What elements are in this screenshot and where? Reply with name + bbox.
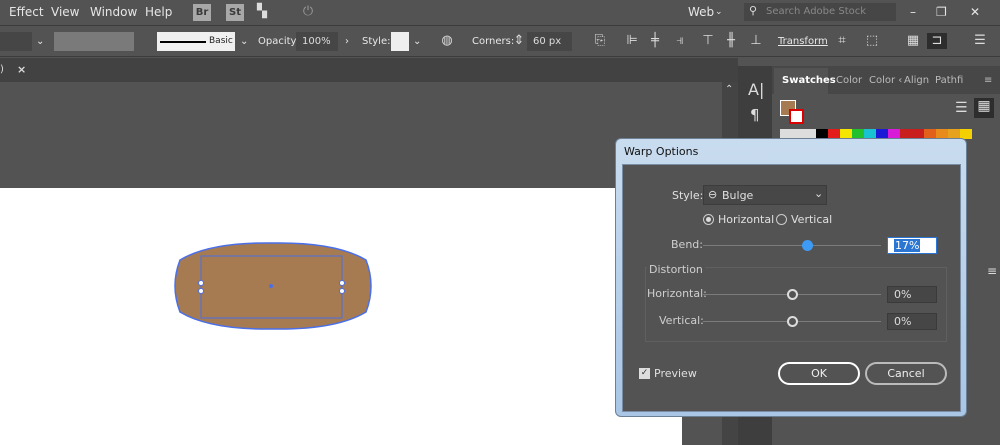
isolate-icon[interactable]: ⌗ (834, 33, 850, 49)
ok-button[interactable]: OK (778, 362, 860, 385)
document-tab-bar: ) × (0, 58, 738, 82)
menu-effect[interactable]: Effect (9, 5, 44, 19)
style-label: Style: (672, 189, 704, 202)
align-left-icon[interactable]: ⊫ (624, 33, 640, 49)
transform-button[interactable]: Transform (778, 36, 828, 47)
grid-view-icon[interactable]: ▦ (974, 98, 994, 118)
opacity-label: Opacity: (258, 36, 300, 47)
distortion-vertical-label: Vertical: (659, 314, 704, 327)
bend-label: Bend: (671, 238, 703, 251)
distortion-horizontal-input[interactable]: 0% (887, 286, 937, 303)
distortion-horizontal-knob[interactable] (787, 289, 798, 300)
distortion-label: Distortion (647, 263, 705, 276)
horizontal-label[interactable]: Horizontal (718, 213, 774, 226)
align-to-icon[interactable]: ⎘ (592, 33, 608, 49)
close-tab-icon[interactable]: × (17, 63, 26, 76)
workspace-switcher[interactable]: Web (688, 5, 714, 19)
align-bottom-icon[interactable]: ⊥ (748, 33, 764, 49)
arrange-documents-icon[interactable]: ▚ (254, 4, 270, 20)
control-bar: ⌄ Basic ⌄ Opacity: 100% › Style: ⌄ ◍ Cor… (0, 27, 1000, 57)
gpu-performance-icon[interactable]: ⏻ (300, 4, 316, 20)
list-menu-icon[interactable]: ☰ (972, 33, 988, 49)
vertical-label[interactable]: Vertical (791, 213, 832, 226)
stock-button[interactable]: St (226, 4, 244, 21)
minimize-button[interactable]: – (910, 5, 916, 19)
menu-bar: Effect View Window Help Br St ▚ ⏻ Web ⌄ … (0, 0, 1000, 26)
panel-menu-icon[interactable]: ≡ (987, 264, 997, 278)
center-point (269, 284, 273, 288)
stroke-profile-dropdown[interactable]: Basic (157, 32, 235, 51)
distortion-vertical-knob[interactable] (787, 316, 798, 327)
warp-options-dialog: Warp Options Style: ⊖ Bulge ⌄ Horizontal… (615, 138, 967, 417)
style-label: Style: (362, 36, 391, 47)
anchor-point[interactable] (198, 288, 204, 294)
stroke-style-label: Basic (209, 36, 233, 46)
distortion-horizontal-label: Horizontal: (647, 287, 707, 300)
recolor-artwork-icon[interactable]: ◍ (439, 33, 455, 49)
distortion-vertical-input[interactable]: 0% (887, 313, 937, 330)
paragraph-icon[interactable]: ¶ (750, 106, 760, 124)
bridge-button[interactable]: Br (193, 4, 211, 21)
opacity-input[interactable]: 100% (296, 32, 338, 51)
radio-vertical[interactable] (776, 214, 787, 225)
search-icon: ⚲ (749, 4, 758, 17)
preview-label[interactable]: Preview (654, 367, 697, 380)
chevron-down-icon[interactable]: ⌄ (413, 36, 421, 47)
tab-swatches[interactable]: Swatches (782, 75, 836, 86)
search-placeholder: Search Adobe Stock (766, 6, 867, 17)
bend-slider[interactable] (703, 245, 881, 246)
chevron-down-icon[interactable]: ⌄ (240, 36, 248, 47)
scroll-up-icon[interactable]: ⌃ (725, 84, 733, 95)
corners-input[interactable]: 60 px (527, 32, 572, 51)
bend-input[interactable]: 17% (887, 237, 937, 254)
stroke-weight-field[interactable] (54, 32, 134, 51)
align-top-icon[interactable]: ⊤ (700, 33, 716, 49)
shape-icon[interactable]: ⬚ (864, 33, 880, 49)
preview-checkbox[interactable]: ✓ (639, 368, 650, 379)
menu-help[interactable]: Help (145, 5, 172, 19)
align-middle-icon[interactable]: ╫ (723, 33, 739, 49)
style-value: Bulge (722, 189, 754, 202)
tab-pathfinder[interactable]: Pathfi (935, 75, 963, 86)
chevron-right-icon[interactable]: › (345, 36, 349, 47)
fill-dropdown[interactable] (0, 32, 32, 51)
list-view-icon[interactable]: ☰ (955, 100, 968, 116)
close-window-button[interactable]: ✕ (970, 5, 980, 19)
align-right-icon[interactable]: ⫣ (672, 33, 688, 49)
style-dropdown[interactable]: ⊖ Bulge ⌄ (703, 185, 827, 205)
document-tab-title[interactable]: ) (0, 64, 4, 75)
cancel-button[interactable]: Cancel (865, 362, 947, 385)
graphic-style-swatch[interactable] (391, 32, 409, 51)
corners-label: Corners: (472, 36, 515, 47)
restore-button[interactable]: ❐ (936, 5, 947, 19)
dialog-title: Warp Options (624, 145, 699, 158)
warped-shape[interactable] (170, 238, 376, 334)
panel-menu-icon[interactable]: ≡ (984, 75, 992, 86)
grid-icon[interactable]: ▦ (905, 33, 921, 49)
anchor-point[interactable] (339, 288, 345, 294)
menu-view[interactable]: View (51, 5, 79, 19)
tab-color-guide[interactable]: Color ‹ (869, 75, 902, 86)
anchor-point[interactable] (198, 280, 204, 286)
canvas-pasteboard[interactable] (0, 82, 722, 188)
search-stock-input[interactable]: ⚲ Search Adobe Stock (744, 3, 896, 21)
align-center-icon[interactable]: ╪ (647, 33, 663, 49)
bend-slider-knob[interactable] (802, 240, 814, 251)
stepper-icon[interactable]: ⇕ (511, 33, 527, 49)
chevron-down-icon[interactable]: ⌄ (36, 36, 44, 47)
radio-horizontal[interactable] (703, 214, 714, 225)
menu-window[interactable]: Window (90, 5, 137, 19)
path-mode-icon[interactable]: ⊐ (927, 33, 947, 49)
bulge-icon: ⊖ (708, 188, 718, 201)
chevron-down-icon[interactable]: ⌄ (715, 7, 723, 17)
stroke-swatch-none[interactable] (789, 109, 804, 124)
tab-color[interactable]: Color (836, 75, 862, 86)
character-icon[interactable]: A| (748, 80, 764, 99)
tab-align[interactable]: Align (904, 75, 929, 86)
distortion-group (645, 267, 947, 342)
chevron-down-icon: ⌄ (814, 187, 824, 200)
anchor-point[interactable] (339, 280, 345, 286)
